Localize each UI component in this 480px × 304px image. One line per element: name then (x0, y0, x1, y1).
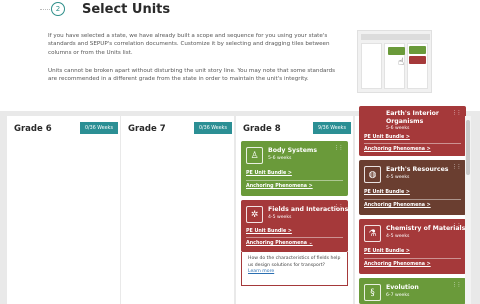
person-icon: ♙ (246, 147, 263, 164)
unit-duration: 5-6 weeks (386, 126, 410, 131)
pe-unit-bundle-link[interactable]: PE Unit Bundle > (246, 229, 292, 234)
drag-handle-icon[interactable]: ⋮⋮ (334, 204, 344, 210)
step-number-badge: 2 (51, 2, 65, 16)
units-list-scrollbar[interactable] (465, 116, 471, 304)
page-title: Select Units (82, 2, 171, 17)
anchoring-phenomena-toggle[interactable]: Anchoring Phenomena ⌄ (246, 241, 313, 246)
column-heading: Grade 7 (128, 124, 166, 134)
intro-paragraph-1: If you have selected a state, we have al… (48, 33, 330, 56)
pe-unit-bundle-link[interactable]: PE Unit Bundle > (364, 135, 410, 140)
unit-card-organisms[interactable]: Earth's Interior Organisms 5-6 weeks ⋮⋮ … (359, 106, 466, 156)
grade-6-column[interactable]: Grade 6 0/36 Weeks (7, 116, 120, 304)
column-heading: Grade 8 (243, 124, 281, 134)
unit-duration: 4-5 weeks (386, 175, 410, 180)
grade-7-column[interactable]: Grade 7 0/36 Weeks (121, 116, 234, 304)
unit-card-fields-interactions[interactable]: ✲ Fields and Interactions 4-5 weeks ⋮⋮ P… (241, 200, 348, 252)
flask-icon: ⚗ (364, 225, 381, 242)
magnet-icon: ✲ (246, 206, 263, 223)
phenomena-question: How do the characteristics of fields hel… (248, 256, 341, 268)
unit-title: Body Systems (268, 147, 318, 154)
drag-handle-icon[interactable]: ⋮⋮ (452, 223, 462, 229)
unit-duration: 4-5 weeks (386, 234, 410, 239)
scrollbar-thumb[interactable] (466, 120, 470, 175)
globe-icon: ◍ (364, 166, 381, 183)
drag-tutorial-thumbnail: ☝ (357, 30, 432, 93)
unit-card-earths-resources[interactable]: ◍ Earth's Resources 4-5 weeks ⋮⋮ PE Unit… (359, 160, 466, 215)
unit-duration: 6-7 weeks (386, 293, 410, 298)
hand-cursor-icon: ☝ (398, 57, 405, 68)
weeks-badge: 0/36 Weeks (80, 122, 118, 134)
unit-title-line-2: Organisms (386, 118, 424, 125)
dna-icon: § (364, 284, 381, 301)
pe-unit-bundle-link[interactable]: PE Unit Bundle > (364, 249, 410, 254)
unit-title: Earth's Interior (386, 110, 439, 117)
weeks-badge: 0/36 Weeks (194, 122, 232, 134)
pe-unit-bundle-link[interactable]: PE Unit Bundle > (246, 171, 292, 176)
unit-card-body-systems[interactable]: ♙ Body Systems 5-6 weeks ⋮⋮ PE Unit Bund… (241, 141, 348, 196)
column-heading: Grade 6 (14, 124, 52, 134)
drag-handle-icon[interactable]: ⋮⋮ (452, 282, 462, 288)
drag-handle-icon[interactable]: ⋮⋮ (452, 164, 462, 170)
anchoring-phenomena-link[interactable]: Anchoring Phenomena > (364, 203, 431, 208)
step-connector (40, 9, 50, 10)
learn-more-link[interactable]: Learn more (248, 269, 341, 276)
anchoring-phenomena-link[interactable]: Anchoring Phenomena > (364, 147, 431, 152)
anchoring-phenomena-link[interactable]: Anchoring Phenomena > (246, 184, 313, 189)
pe-unit-bundle-link[interactable]: PE Unit Bundle > (364, 190, 410, 195)
unit-duration: 5-6 weeks (268, 156, 292, 161)
unit-title: Evolution (386, 284, 419, 291)
unit-card-chemistry-materials[interactable]: ⚗ Chemistry of Materials 4-5 weeks ⋮⋮ PE… (359, 219, 466, 274)
weeks-badge: 9/36 Weeks (313, 122, 351, 134)
unit-duration: 4-5 weeks (268, 215, 292, 220)
unit-title: Earth's Resources (386, 166, 449, 173)
drag-handle-icon[interactable]: ⋮⋮ (334, 145, 344, 151)
phenomena-popup: How do the characteristics of fields hel… (241, 252, 348, 286)
intro-paragraph-2: Units cannot be broken apart without dis… (48, 68, 336, 83)
unit-card-evolution[interactable]: § Evolution 6-7 weeks ⋮⋮ (359, 278, 466, 304)
drag-handle-icon[interactable]: ⋮⋮ (452, 110, 462, 116)
anchoring-phenomena-link[interactable]: Anchoring Phenomena > (364, 262, 431, 267)
